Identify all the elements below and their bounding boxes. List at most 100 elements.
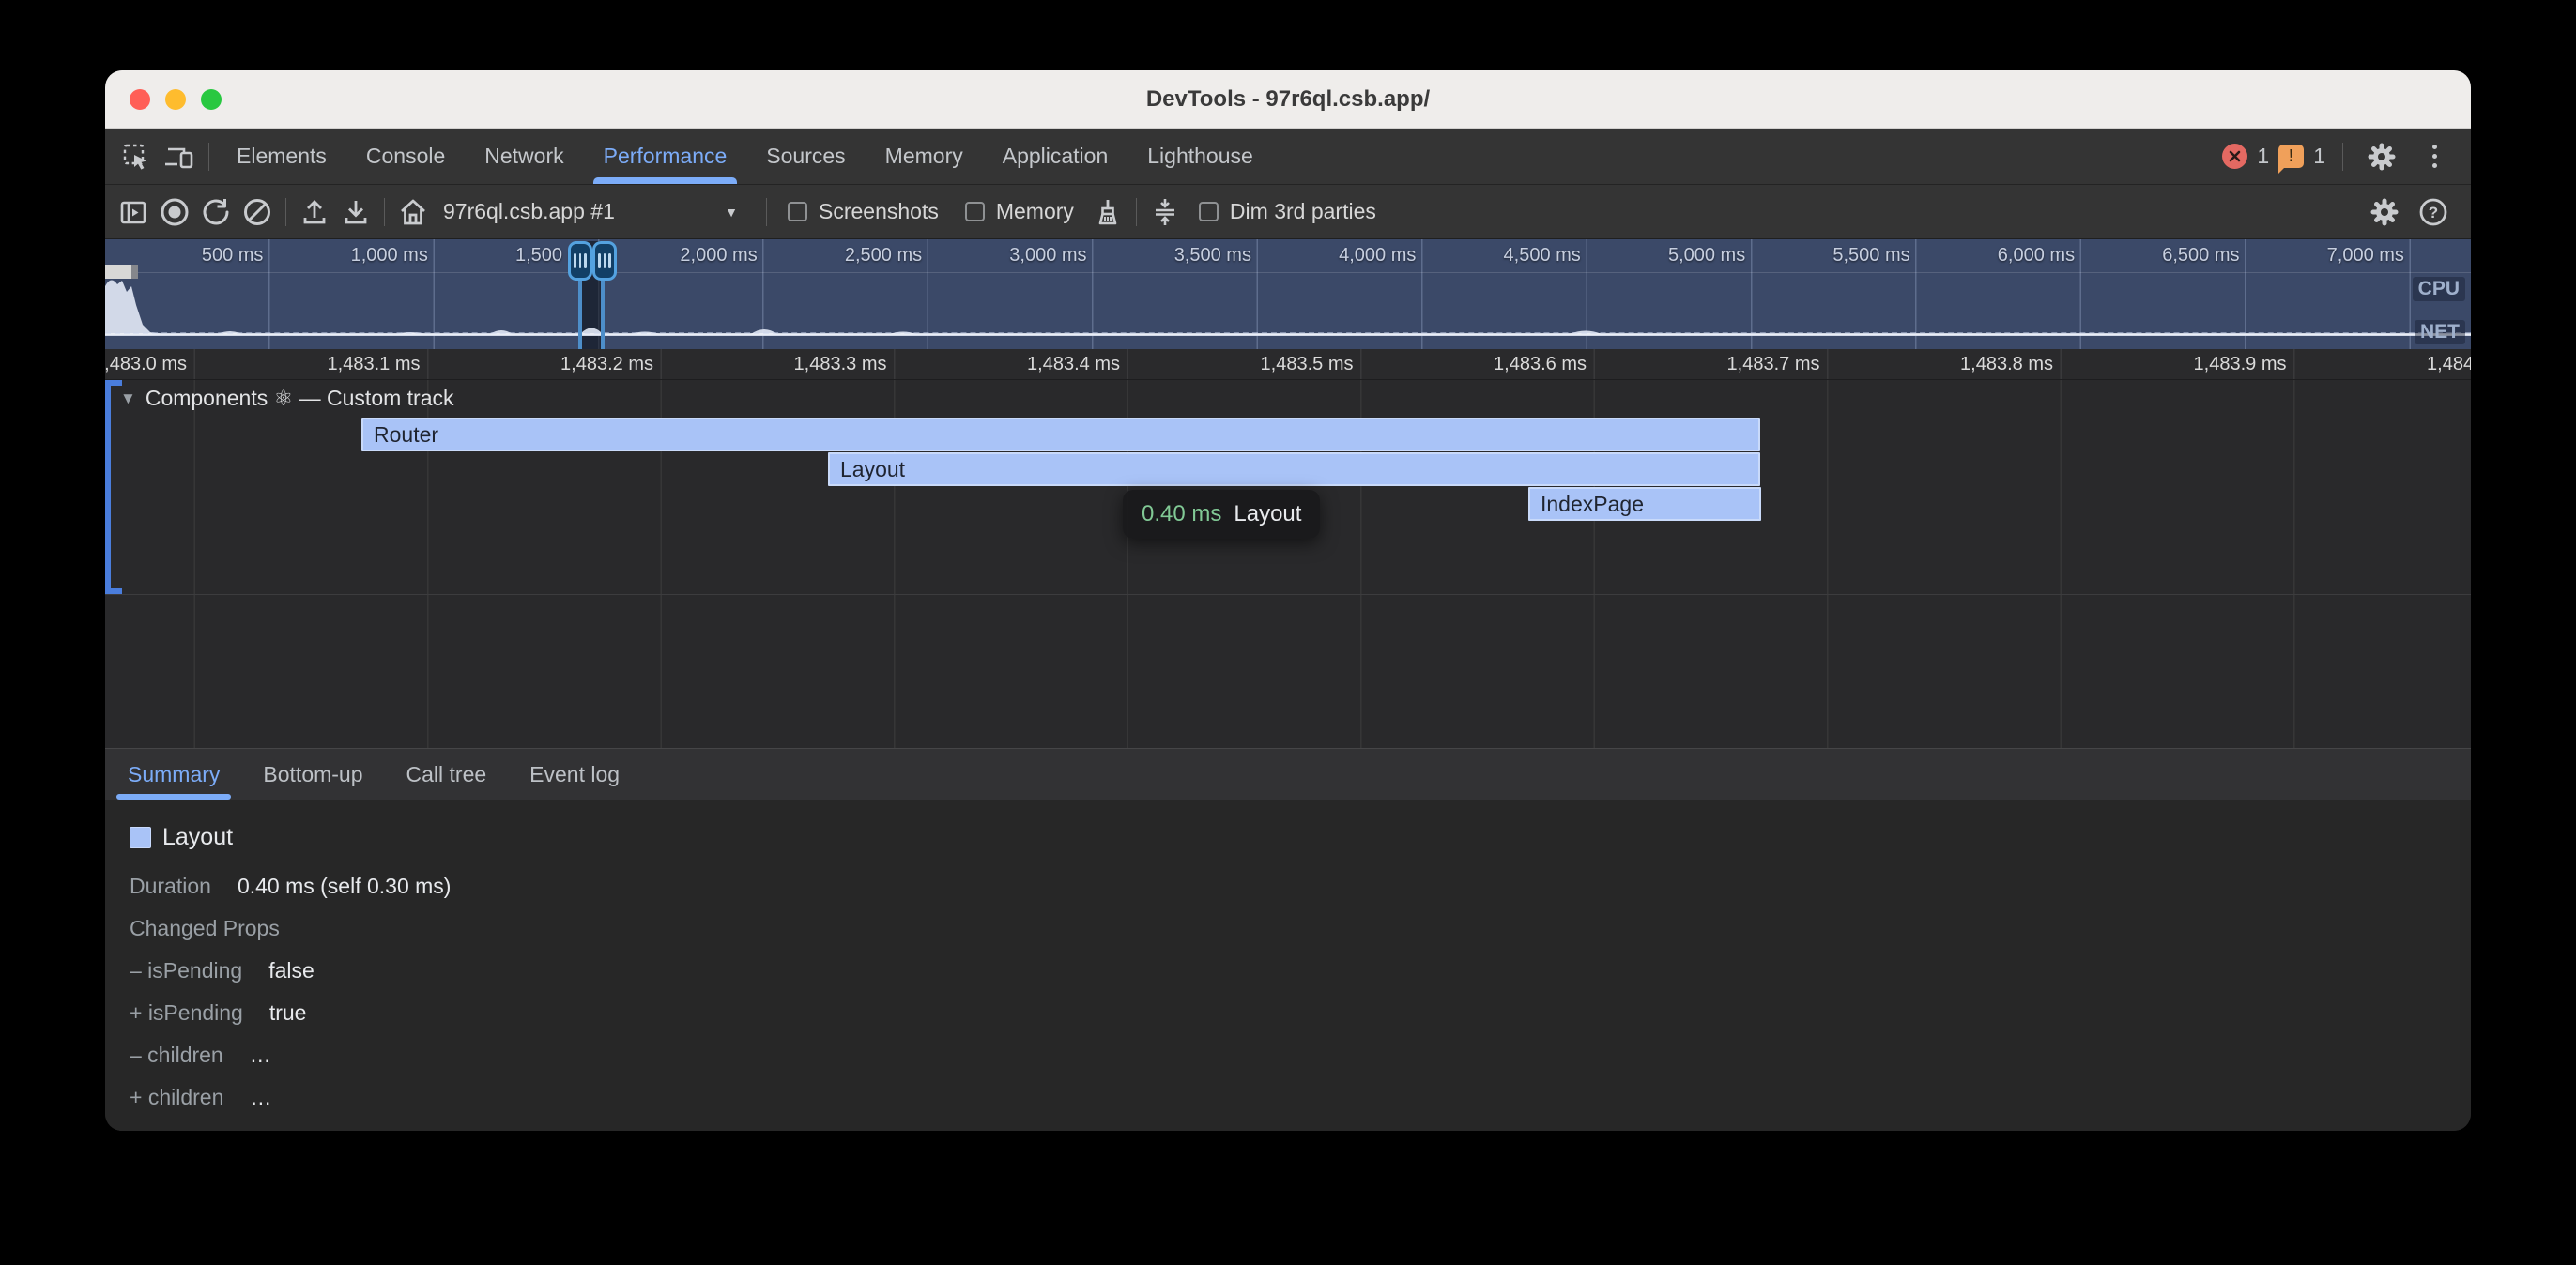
panel-tab[interactable]: Elements bbox=[217, 129, 346, 184]
ruler-tick-label: 1,483.8 ms bbox=[1828, 349, 2062, 379]
ruler-tick-label: 1,483.4 ms bbox=[895, 349, 1128, 379]
gear-icon bbox=[2366, 141, 2398, 173]
record-and-reload-button[interactable] bbox=[195, 191, 237, 233]
device-toolbar-button[interactable] bbox=[158, 135, 201, 178]
checkbox-icon bbox=[1199, 202, 1219, 221]
overview-tick-label: 6,500 ms bbox=[2081, 239, 2246, 272]
checkbox-icon bbox=[788, 202, 807, 221]
overview-tick-label: 5,500 ms bbox=[1752, 239, 1916, 272]
reload-icon bbox=[200, 196, 232, 228]
timeline-overview[interactable]: 500 ms1,000 ms1,500 ms2,000 ms2,500 ms3,… bbox=[105, 239, 2471, 349]
disclosure-triangle-icon[interactable]: ▼ bbox=[120, 389, 136, 408]
selection-left-handle[interactable] bbox=[568, 241, 592, 281]
flame-bar-indexpage[interactable]: IndexPage bbox=[1528, 487, 1761, 521]
overview-tick-label: 2,000 ms bbox=[599, 239, 763, 272]
panel-tabs: ElementsConsoleNetworkPerformanceSources… bbox=[217, 129, 1273, 184]
detail-tab[interactable]: Summary bbox=[116, 749, 231, 800]
detail-tab[interactable]: Bottom-up bbox=[252, 749, 374, 800]
collect-garbage-button[interactable] bbox=[1087, 191, 1128, 233]
history-dropdown[interactable]: 97r6ql.csb.app #1 ▼ bbox=[443, 199, 753, 224]
device-toolbar-icon bbox=[163, 142, 195, 172]
tooltip-event-name: Layout bbox=[1234, 501, 1301, 527]
detail-tab-bar: Summary Bottom-up Call tree Event log bbox=[105, 748, 2471, 800]
track-title: Components ⚛ — Custom track bbox=[146, 386, 454, 411]
ruler-tick-label: 1,483.2 ms bbox=[428, 349, 662, 379]
flame-bar-layout[interactable]: Layout bbox=[828, 452, 1760, 486]
help-button[interactable]: ? bbox=[2413, 191, 2454, 233]
summary-row-label: – children bbox=[130, 1043, 223, 1068]
summary-pane: Layout Duration 0.40 ms (self 0.30 ms) C… bbox=[105, 800, 2471, 1131]
track-bottom-divider bbox=[105, 594, 2471, 595]
clear-icon bbox=[241, 196, 273, 228]
warning-badge-icon[interactable]: ! bbox=[2278, 145, 2304, 168]
warning-count: 1 bbox=[2313, 144, 2325, 169]
summary-row-label: + children bbox=[130, 1085, 223, 1110]
more-options-button[interactable] bbox=[2413, 135, 2456, 178]
summary-row: + isPending true bbox=[130, 1000, 2446, 1043]
separator bbox=[208, 143, 209, 171]
separator bbox=[2342, 143, 2343, 171]
error-badge-icon[interactable] bbox=[2222, 144, 2247, 169]
event-color-swatch bbox=[130, 827, 151, 848]
detail-tab[interactable]: Call tree bbox=[395, 749, 498, 800]
panel-tab[interactable]: Network bbox=[465, 129, 583, 184]
panel-tab[interactable]: Performance bbox=[584, 129, 747, 184]
record-button[interactable] bbox=[154, 191, 195, 233]
overview-tick-label: 3,000 ms bbox=[928, 239, 1093, 272]
summary-row-value: … bbox=[250, 1085, 271, 1110]
detail-tab[interactable]: Event log bbox=[518, 749, 631, 800]
load-profile-button[interactable] bbox=[294, 191, 335, 233]
home-button[interactable] bbox=[392, 191, 434, 233]
summary-row: – isPending false bbox=[130, 958, 2446, 1000]
panel-tab[interactable]: Sources bbox=[746, 129, 865, 184]
ruler-tick-label: 1,484.0 ms bbox=[2294, 349, 2472, 379]
summary-row-value: … bbox=[250, 1043, 271, 1068]
error-count: 1 bbox=[2257, 144, 2269, 169]
selection-right-handle[interactable] bbox=[592, 241, 617, 281]
shortcuts-dialog-button[interactable] bbox=[1144, 191, 1186, 233]
toggle-sidebar-button[interactable] bbox=[113, 191, 154, 233]
ruler-tick-label: 1,483.0 ms bbox=[105, 349, 194, 379]
flamechart-area[interactable]: ▼ Components ⚛ — Custom track Router Lay… bbox=[105, 380, 2471, 748]
ruler-tick-label: 1,483.7 ms bbox=[1594, 349, 1828, 379]
download-icon bbox=[341, 197, 371, 227]
settings-button[interactable] bbox=[2360, 135, 2403, 178]
save-profile-button[interactable] bbox=[335, 191, 376, 233]
summary-row: Changed Props bbox=[130, 916, 2446, 958]
cpu-net-divider bbox=[105, 332, 2471, 334]
panel-tab[interactable]: Lighthouse bbox=[1127, 129, 1273, 184]
dim-3rd-parties-checkbox[interactable]: Dim 3rd parties bbox=[1199, 199, 1376, 224]
history-dropdown-label: 97r6ql.csb.app #1 bbox=[443, 199, 615, 224]
overview-tick-label: 6,000 ms bbox=[1917, 239, 2081, 272]
separator bbox=[1136, 198, 1137, 226]
titlebar: DevTools - 97r6ql.csb.app/ bbox=[105, 70, 2471, 129]
gear-icon bbox=[2369, 196, 2400, 228]
net-track-label: NET bbox=[2415, 320, 2465, 344]
capture-settings-button[interactable] bbox=[2364, 191, 2405, 233]
ruler-tick-label: 1,483.3 ms bbox=[661, 349, 895, 379]
overview-tick-label: 4,500 ms bbox=[1422, 239, 1587, 272]
memory-checkbox[interactable]: Memory bbox=[965, 199, 1074, 224]
summary-row: Duration 0.40 ms (self 0.30 ms) bbox=[130, 874, 2446, 916]
panel-left-icon bbox=[118, 197, 148, 227]
chevron-down-icon: ▼ bbox=[725, 205, 738, 220]
panel-tab[interactable]: Application bbox=[983, 129, 1128, 184]
track-selection-bracket bbox=[105, 380, 111, 594]
summary-row: – children … bbox=[130, 1043, 2446, 1085]
clear-button[interactable] bbox=[237, 191, 278, 233]
main-tab-bar: ElementsConsoleNetworkPerformanceSources… bbox=[105, 129, 2471, 185]
overview-tick-labels: 500 ms1,000 ms1,500 ms2,000 ms2,500 ms3,… bbox=[105, 239, 2471, 273]
cpu-track-label: CPU bbox=[2413, 277, 2465, 301]
ruler-tick-label: 1,483.5 ms bbox=[1127, 349, 1361, 379]
flame-bar-router[interactable]: Router bbox=[361, 418, 1760, 451]
screenshots-checkbox[interactable]: Screenshots bbox=[788, 199, 939, 224]
event-tooltip: 0.40 ms Layout bbox=[1123, 490, 1320, 539]
flamechart-time-ruler[interactable]: 1,483.0 ms1,483.1 ms1,483.2 ms1,483.3 ms… bbox=[105, 349, 2471, 380]
summary-title: Layout bbox=[162, 824, 233, 851]
components-track-header[interactable]: ▼ Components ⚛ — Custom track bbox=[120, 386, 454, 411]
inspect-element-button[interactable] bbox=[115, 135, 158, 178]
panel-tab[interactable]: Console bbox=[346, 129, 465, 184]
help-icon: ? bbox=[2417, 196, 2449, 228]
summary-row-label: + isPending bbox=[130, 1000, 243, 1026]
panel-tab[interactable]: Memory bbox=[866, 129, 983, 184]
